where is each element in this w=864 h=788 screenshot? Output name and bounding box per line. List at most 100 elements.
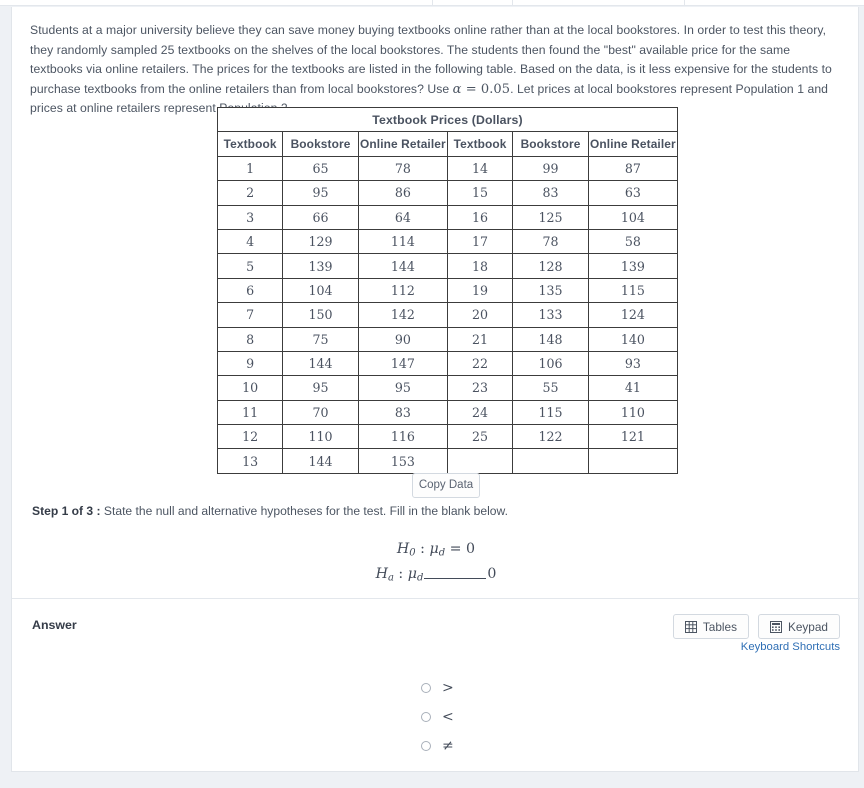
alt-value: 0 — [487, 566, 497, 582]
table-cell: 140 — [587, 326, 679, 352]
alt-h-symbol: H — [375, 566, 388, 582]
table-row: 10 95 95 23 55 41 — [216, 375, 679, 401]
table-cell: 147 — [357, 350, 448, 377]
table-row: 1 65 78 14 99 87 — [216, 155, 679, 182]
table-cell: 144 — [357, 253, 448, 279]
header-bookstore-left: Bookstore — [282, 131, 359, 157]
table-cell: 144 — [282, 448, 359, 474]
table-cell: 41 — [587, 375, 679, 401]
table-cell: 16 — [446, 204, 514, 230]
table-cell: 4 — [216, 228, 284, 255]
table-row: 3 66 64 16 125 104 — [216, 204, 679, 230]
step-text: State the null and alternative hypothese… — [103, 504, 508, 518]
table-cell: 17 — [446, 228, 514, 255]
table-cell: 75 — [282, 326, 359, 352]
table-cell: 144 — [282, 350, 359, 377]
table-cell: 104 — [282, 277, 359, 304]
table-cell: 148 — [512, 326, 589, 352]
table-row: 4 129 114 17 78 58 — [216, 228, 679, 255]
table-cell: 5 — [216, 253, 284, 279]
null-h-symbol: H — [396, 541, 410, 557]
table-row: 8 75 90 21 148 140 — [216, 326, 679, 352]
table-cell: 25 — [446, 424, 514, 450]
null-value: 0 — [466, 541, 476, 557]
table-cell: 106 — [512, 350, 589, 377]
answer-choice-symbol: ≠ — [442, 737, 454, 754]
table-cell: 70 — [282, 399, 359, 426]
answer-section-divider — [12, 598, 860, 599]
answer-tool-buttons: Tables Keypad — [672, 614, 840, 639]
tables-button[interactable]: Tables — [672, 614, 749, 639]
table-cell: 24 — [446, 399, 514, 426]
radio-button[interactable] — [421, 740, 431, 751]
hypothesis-blank — [424, 567, 487, 579]
page-root: Students at a major university believe t… — [0, 0, 864, 788]
answer-choice-symbol: < — [442, 708, 454, 725]
radio-button[interactable] — [421, 711, 431, 722]
table-cell: 150 — [282, 302, 359, 328]
table-cell: 133 — [512, 302, 589, 328]
header-textbook-left: Textbook — [216, 131, 284, 157]
alpha-value: 0.05 — [480, 81, 511, 97]
table-cell: 86 — [357, 180, 448, 206]
table-cell: 139 — [282, 253, 359, 279]
answer-choice-1[interactable]: > — [421, 673, 454, 702]
table-cell: 95 — [282, 180, 359, 206]
table-cell: 12 — [216, 424, 284, 450]
table-cell: 22 — [446, 350, 514, 377]
table-cell: 128 — [512, 253, 589, 279]
radio-button[interactable] — [421, 682, 431, 693]
table-cell: 19 — [446, 277, 514, 304]
table-header-row: Textbook Bookstore Online Retailer Textb… — [216, 131, 679, 157]
table-cell: 99 — [512, 155, 589, 182]
table-cell: 139 — [587, 253, 679, 279]
table-row: 9 144 147 22 106 93 — [216, 350, 679, 377]
table-cell: 55 — [512, 375, 589, 401]
answer-choice-symbol: > — [442, 679, 454, 696]
table-cell: 121 — [587, 424, 679, 450]
table-cell: 1 — [216, 155, 284, 182]
table-cell: 66 — [282, 204, 359, 230]
hypotheses-block: H0 : μd = 0 Ha : μd 0 — [12, 537, 860, 587]
toolbar-divider-2 — [512, 0, 513, 6]
step-instruction: Step 1 of 3 : State the null and alterna… — [32, 504, 508, 518]
table-cell: 129 — [282, 228, 359, 255]
step-label: Step 1 of 3 : — [32, 504, 101, 518]
question-card: Students at a major university believe t… — [11, 7, 860, 772]
null-relation: = — [445, 541, 467, 557]
table-cell — [446, 448, 514, 474]
table-cell: 9 — [216, 350, 284, 377]
table-cell: 116 — [357, 424, 448, 450]
table-cell: 3 — [216, 204, 284, 230]
table-cell: 104 — [587, 204, 679, 230]
table-row: 13 144 153 — [216, 448, 679, 474]
table-cell: 112 — [357, 277, 448, 304]
answer-choice-3[interactable]: ≠ — [421, 731, 454, 760]
header-bookstore-right: Bookstore — [512, 131, 589, 157]
table-cell: 21 — [446, 326, 514, 352]
answer-choice-2[interactable]: < — [421, 702, 454, 731]
null-hypothesis: H0 : μd = 0 — [12, 537, 860, 562]
table-body: 1 65 78 14 99 87 2 95 86 15 83 63 3 66 64 16 125 104 4 129 1… — [216, 155, 679, 474]
table-cell: 6 — [216, 277, 284, 304]
table-cell: 65 — [282, 155, 359, 182]
table-cell — [512, 448, 589, 474]
copy-data-button[interactable]: Copy Data — [412, 473, 480, 498]
table-cell: 15 — [446, 180, 514, 206]
table-cell: 93 — [587, 350, 679, 377]
keyboard-shortcuts-link[interactable]: Keyboard Shortcuts — [741, 641, 840, 653]
table-cell: 115 — [587, 277, 679, 304]
table-cell: 20 — [446, 302, 514, 328]
null-h-colon: : — [415, 541, 430, 557]
table-cell: 110 — [282, 424, 359, 450]
table-row: 6 104 112 19 135 115 — [216, 277, 679, 304]
table-cell: 135 — [512, 277, 589, 304]
keypad-button[interactable]: Keypad — [757, 614, 840, 639]
answer-label: Answer — [32, 618, 77, 632]
table-row: 2 95 86 15 83 63 — [216, 180, 679, 206]
table-cell: 7 — [216, 302, 284, 328]
table-cell: 63 — [587, 180, 679, 206]
table-row: 7 150 142 20 133 124 — [216, 302, 679, 328]
table-cell: 13 — [216, 448, 284, 474]
keypad-button-label: Keypad — [787, 619, 828, 634]
